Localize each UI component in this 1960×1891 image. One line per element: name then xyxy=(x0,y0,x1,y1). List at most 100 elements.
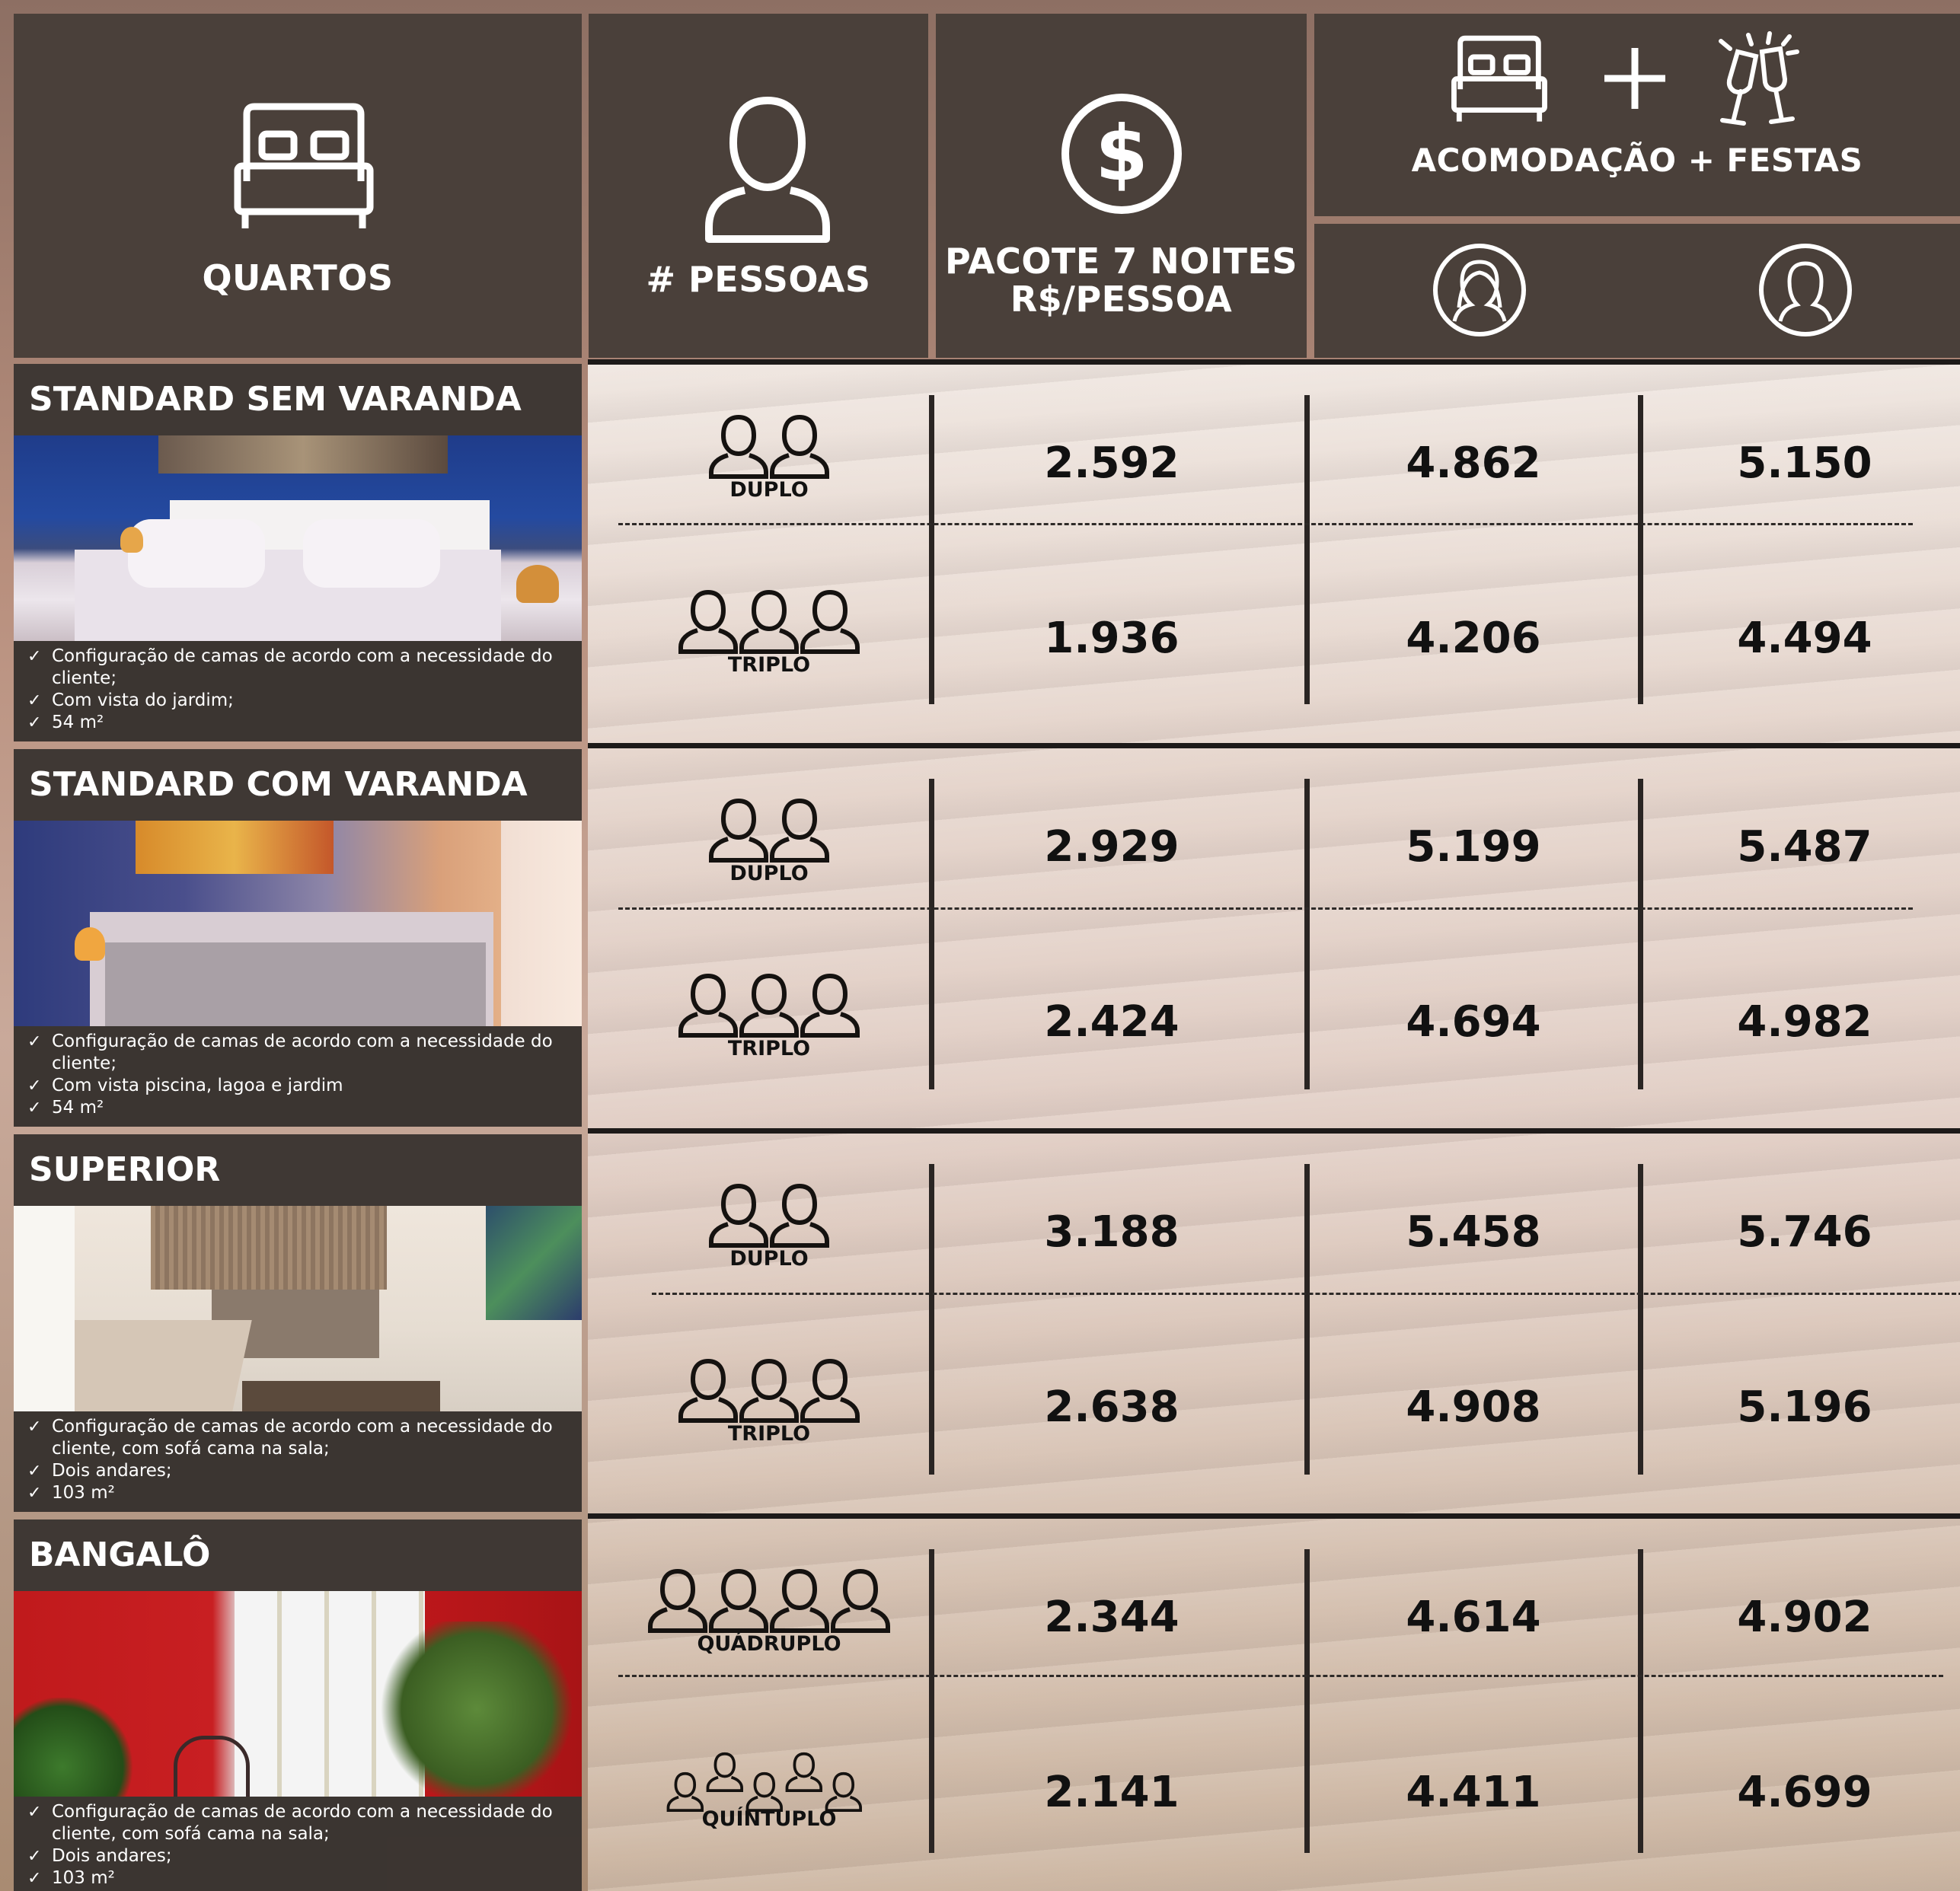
occupancy-icons xyxy=(678,588,860,659)
female-avatar-icon xyxy=(1433,244,1526,336)
price-masculino: 4.699 xyxy=(1737,1768,1872,1817)
person-group-icon xyxy=(709,1183,829,1248)
occupancy-label: DUPLO xyxy=(729,862,809,885)
occupancy-label: DUPLO xyxy=(729,478,809,502)
header-pacote-cell: $ PACOTE 7 NOITES R$/PESSOA xyxy=(936,14,1307,358)
plus-icon xyxy=(1604,48,1665,109)
header-pacote-line2: R$/PESSOA xyxy=(1010,279,1233,320)
person-group-icon xyxy=(678,1358,860,1423)
person-icon xyxy=(705,97,830,243)
price-feminino: 4.908 xyxy=(1406,1382,1541,1432)
occupancy-label: TRIPLO xyxy=(727,1037,811,1060)
person-group-icon xyxy=(709,414,829,479)
occupancy-icons xyxy=(708,1181,830,1253)
header-acomodacao-label: ACOMODAÇÃO + FESTAS xyxy=(1411,142,1863,179)
column-divider xyxy=(1304,779,1310,1089)
row-dashed-divider xyxy=(618,523,1913,525)
price-pacote: 2.344 xyxy=(1044,1593,1180,1642)
person-group-icon xyxy=(709,798,829,863)
room-photo xyxy=(14,1591,582,1797)
room-superior: SUPERIOR Configuração de camas de acordo… xyxy=(14,1134,582,1512)
header-quartos-label: QUARTOS xyxy=(202,257,394,298)
room-notes: Configuração de camas de acordo com a ne… xyxy=(14,641,582,740)
price-masculino: 4.902 xyxy=(1737,1593,1872,1642)
column-divider xyxy=(929,779,934,1089)
room-notes: Configuração de camas de acordo com a ne… xyxy=(14,1797,582,1891)
price-feminino: 4.206 xyxy=(1406,614,1541,663)
header-female-cell xyxy=(1314,224,1960,358)
room-standard-com-varanda: STANDARD COM VARANDA Configuração de cam… xyxy=(14,749,582,1127)
price-pacote: 2.141 xyxy=(1044,1768,1180,1817)
room-photo xyxy=(14,435,582,641)
occupancy-label: TRIPLO xyxy=(727,1422,811,1446)
champagne-icon xyxy=(1719,31,1799,126)
header-acomodacao-cell: ACOMODAÇÃO + FESTAS xyxy=(1314,14,1960,216)
row-separator xyxy=(588,359,1960,365)
price-masculino: 4.982 xyxy=(1737,997,1872,1047)
price-pacote: 2.424 xyxy=(1044,997,1180,1047)
column-divider xyxy=(1638,1549,1643,1853)
bed-icon xyxy=(1451,35,1547,122)
price-pacote: 2.638 xyxy=(1044,1382,1180,1432)
column-divider xyxy=(929,395,934,704)
occupancy-icons xyxy=(708,796,830,868)
occupancy-label: TRIPLO xyxy=(727,653,811,677)
svg-text:$: $ xyxy=(1095,109,1148,198)
price-feminino: 5.458 xyxy=(1406,1207,1541,1257)
occupancy-icons xyxy=(678,1357,860,1428)
column-divider xyxy=(1304,1549,1310,1853)
row-separator xyxy=(588,1513,1960,1519)
price-masculino: 4.494 xyxy=(1737,614,1872,663)
person-group-icon xyxy=(678,589,860,654)
price-pacote: 2.929 xyxy=(1044,822,1180,872)
column-divider xyxy=(1304,1164,1310,1475)
price-masculino: 5.196 xyxy=(1737,1382,1872,1432)
column-divider xyxy=(1638,395,1643,704)
person-group-icon xyxy=(678,973,860,1038)
price-masculino: 5.150 xyxy=(1737,438,1872,488)
room-title: SUPERIOR xyxy=(14,1134,582,1206)
room-notes: Configuração de camas de acordo com a ne… xyxy=(14,1026,582,1125)
room-note: Dois andares; xyxy=(27,1460,574,1482)
column-divider xyxy=(1304,395,1310,704)
row-separator xyxy=(588,743,1960,748)
room-note: 54 m² xyxy=(27,1097,574,1119)
price-pacote: 3.188 xyxy=(1044,1207,1180,1257)
room-photo xyxy=(14,1206,582,1411)
person-group-icon xyxy=(648,1568,890,1633)
room-notes: Configuração de camas de acordo com a ne… xyxy=(14,1411,582,1510)
room-note: Dois andares; xyxy=(27,1845,574,1867)
occupancy-icons xyxy=(708,413,830,484)
room-note: Configuração de camas de acordo com a ne… xyxy=(27,1416,574,1460)
row-separator xyxy=(588,1128,1960,1134)
room-title: STANDARD COM VARANDA xyxy=(14,749,582,821)
price-masculino: 5.746 xyxy=(1737,1207,1872,1257)
price-feminino: 4.694 xyxy=(1406,997,1541,1047)
room-note: Com vista do jardim; xyxy=(27,690,574,712)
dollar-icon: $ xyxy=(1061,94,1182,214)
row-dashed-divider xyxy=(618,907,1913,910)
male-avatar-icon xyxy=(1759,244,1852,336)
header-pessoas-cell: # PESSOAS xyxy=(589,14,928,358)
room-bangalo: BANGALÔ Configuração de camas de acordo … xyxy=(14,1519,582,1891)
room-note: Com vista piscina, lagoa e jardim xyxy=(27,1075,574,1097)
price-feminino: 4.862 xyxy=(1406,438,1541,488)
room-photo xyxy=(14,821,582,1026)
price-feminino: 5.199 xyxy=(1406,822,1541,872)
room-note: Configuração de camas de acordo com a ne… xyxy=(27,1031,574,1075)
header-quartos-cell: QUARTOS xyxy=(14,14,582,358)
room-note: 103 m² xyxy=(27,1867,574,1889)
occupancy-label: QUÁDRUPLO xyxy=(697,1632,841,1656)
room-note: 103 m² xyxy=(27,1482,574,1504)
occupancy-label: DUPLO xyxy=(729,1247,809,1271)
occupancy-icons xyxy=(647,1567,891,1638)
price-pacote: 2.592 xyxy=(1044,438,1180,488)
room-note: Configuração de camas de acordo com a ne… xyxy=(27,646,574,690)
occupancy-icons xyxy=(678,971,860,1043)
room-standard-sem-varanda: STANDARD SEM VARANDA Configuração de cam… xyxy=(14,364,582,741)
row-dashed-divider xyxy=(652,1293,1960,1295)
column-divider xyxy=(929,1164,934,1475)
price-feminino: 4.411 xyxy=(1406,1768,1541,1817)
room-note: 54 m² xyxy=(27,712,574,734)
header-pessoas-label: # PESSOAS xyxy=(646,259,871,300)
